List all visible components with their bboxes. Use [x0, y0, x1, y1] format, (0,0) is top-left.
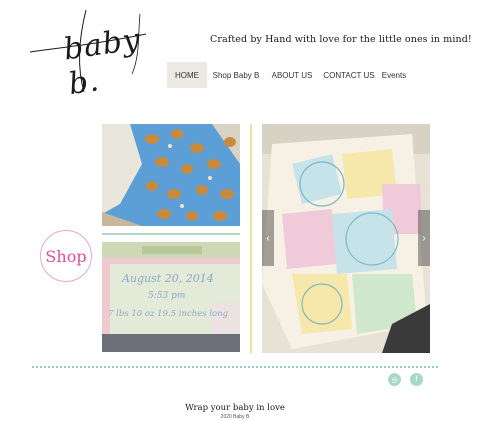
divider	[102, 233, 240, 235]
photo-quilt-slideshow[interactable]	[262, 124, 430, 353]
nav-item-about[interactable]: ABOUT US	[265, 62, 319, 88]
logo-text: baby b.	[61, 21, 143, 103]
footer-copyright: 2020 Baby B	[220, 414, 250, 420]
tagline: Crafted by Hand with love for the little…	[210, 34, 472, 45]
slideshow-prev-button[interactable]: ‹	[262, 210, 274, 266]
facebook-glyph: f	[415, 376, 418, 383]
photo-diaper[interactable]	[102, 124, 240, 226]
embroidery-line-2: 5:53 pm	[148, 291, 185, 301]
social-glyph: ◎	[391, 376, 398, 384]
embroidery-line-1: August 20, 2014	[121, 272, 214, 285]
social-icon[interactable]: ◎	[388, 373, 401, 386]
logo[interactable]: baby b.	[28, 4, 158, 102]
chevron-right-icon: ›	[422, 232, 426, 244]
main-nav: HOME Shop Baby B ABOUT US CONTACT US Eve…	[167, 62, 409, 88]
nav-item-home[interactable]: HOME	[167, 62, 207, 88]
photo-embroidered-blanket[interactable]: August 20, 2014 5:53 pm 7 lbs 10 oz 19.5…	[102, 242, 240, 352]
facebook-icon[interactable]: f	[410, 373, 423, 386]
footer-slogan: Wrap your baby in love	[185, 403, 285, 413]
chevron-left-icon: ‹	[266, 232, 270, 244]
vertical-divider	[250, 124, 252, 353]
slideshow-next-button[interactable]: ›	[418, 210, 430, 266]
embroidery-line-3: 7 lbs 10 oz 19.5 inches long	[108, 309, 229, 319]
nav-item-contact[interactable]: CONTACT US	[319, 62, 379, 88]
nav-item-shop[interactable]: Shop Baby B	[207, 62, 265, 88]
nav-item-events[interactable]: Events	[379, 62, 409, 88]
dotted-divider	[32, 366, 438, 368]
shop-label: Shop	[45, 246, 87, 266]
shop-button[interactable]: Shop	[40, 230, 92, 282]
